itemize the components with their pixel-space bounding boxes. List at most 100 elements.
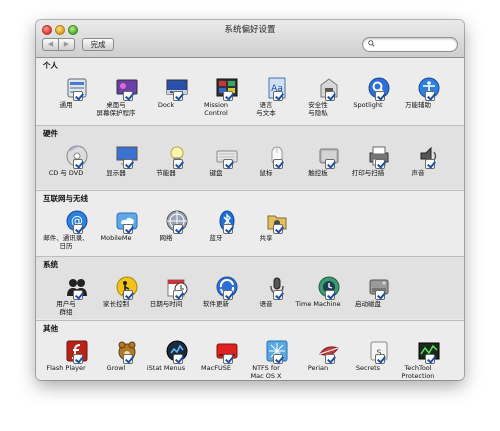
pane-icon-wrapper [307,77,338,101]
pane-checkbox[interactable] [325,290,335,300]
pane-icon-wrapper [205,276,238,300]
done-button[interactable]: 完成 [82,38,114,51]
pane-checkbox[interactable] [123,91,133,101]
pref-pane-mobileme[interactable]: MobileMe [90,210,142,242]
pref-pane-energy-saver[interactable]: 节能器 [140,145,192,177]
pane-checkbox[interactable] [425,159,435,169]
pref-pane-users-groups[interactable]: 用户与 群组 [40,276,92,316]
forward-button[interactable]: ▶ [58,38,75,51]
pref-pane-trackpad[interactable]: 触控板 [292,145,344,177]
pref-pane-date-time[interactable]: 日期与时间 [140,276,192,308]
pref-pane-mouse[interactable]: 鼠标 [240,145,292,177]
pref-pane-ntfs[interactable]: NTFS for Mac OS X [240,340,292,380]
pane-checkbox[interactable] [223,290,233,300]
pane-checkbox[interactable] [223,159,233,169]
pane-label: Flash Player [46,364,86,372]
pref-pane-universal-access[interactable]: 万能辅助 [392,77,444,109]
pane-checkbox[interactable] [425,91,435,101]
pane-checkbox[interactable] [273,224,283,234]
pane-checkbox[interactable] [123,159,133,169]
pane-checkbox[interactable] [375,354,385,364]
pref-pane-sound[interactable]: 声音 [392,145,444,177]
pref-pane-dock[interactable]: Dock [140,77,192,109]
pref-pane-language-text[interactable]: Aa 语言 与文本 [240,77,292,117]
pref-pane-general[interactable]: 通用 [40,77,92,109]
pref-pane-growl[interactable]: Growl [90,340,142,372]
pane-checkbox[interactable] [173,159,183,169]
pane-checkbox[interactable] [73,91,83,101]
pref-pane-bluetooth[interactable]: 蓝牙 [190,210,242,242]
pane-checkbox[interactable] [223,224,233,234]
pane-checkbox[interactable] [123,354,133,364]
pref-pane-secrets[interactable]: s Secrets [342,340,394,372]
pane-icon-wrapper [205,77,238,101]
pane-icon-wrapper [155,77,188,101]
pref-pane-speech[interactable]: 语音 [240,276,292,308]
pane-checkbox[interactable] [375,290,385,300]
pref-pane-displays[interactable]: 显示器 [90,145,142,177]
pref-pane-sharing[interactable]: 共享 [240,210,292,242]
pane-icon-wrapper [357,276,389,300]
pref-pane-time-machine[interactable]: Time Machine [292,276,344,308]
pref-pane-print-scan[interactable]: 打印与扫描 [342,145,394,177]
pane-icon-wrapper: @ [55,210,88,234]
pane-checkbox[interactable] [173,91,183,101]
pane-checkbox[interactable] [173,224,183,234]
pref-pane-mail-contacts-calendars[interactable]: @ 邮件、通讯录、 日历 [40,210,92,250]
pane-icon-wrapper [407,145,437,169]
pref-pane-flash-player[interactable]: Flash Player [40,340,92,372]
pane-checkbox[interactable] [375,91,385,101]
pref-pane-network[interactable]: 网络 [140,210,192,242]
section-title: 互联网与无线 [43,194,88,203]
pane-label: 邮件、通讯录、 日历 [43,234,89,250]
pref-pane-keyboard[interactable]: 键盘 [190,145,242,177]
pref-pane-software-update[interactable]: 软件更新 [190,276,242,308]
pane-checkbox[interactable] [173,354,183,364]
search-input[interactable] [378,39,453,50]
pref-pane-mission-control[interactable]: Mission Control [190,77,242,117]
pane-checkbox[interactable] [425,354,435,364]
pane-icon-wrapper [105,145,138,169]
pane-checkbox[interactable] [73,159,83,169]
pane-label: 用户与 群组 [56,300,76,316]
pane-checkbox[interactable] [325,91,335,101]
pane-checkbox[interactable] [73,224,83,234]
pref-pane-startup-disk[interactable]: 启动磁盘 [342,276,394,308]
pane-checkbox[interactable] [223,354,233,364]
pane-icon-wrapper [255,340,288,364]
pref-pane-istat-menus[interactable]: iStat Menus [140,340,192,372]
back-button[interactable]: ◀ [42,38,59,51]
pane-checkbox[interactable] [123,224,133,234]
search-field[interactable] [362,37,458,52]
system-preferences-window: 系统偏好设置 ◀ ▶ 完成 个人 通用 桌面与 屏幕保护程序 Dock Mission … [36,20,464,380]
section-4: 其他 Flash Player Growl iStat Menus MacFUSE NTF… [36,320,464,380]
pref-pane-desktop-screensaver[interactable]: 桌面与 屏幕保护程序 [90,77,142,117]
pane-checkbox[interactable] [375,159,385,169]
pane-icon-wrapper [155,276,188,300]
pane-checkbox[interactable] [123,290,133,300]
pref-pane-cd-dvd[interactable]: CD 与 DVD [40,145,92,177]
pane-label: NTFS for Mac OS X [250,364,282,380]
pane-label: 节能器 [156,169,176,177]
pref-pane-spotlight[interactable]: Spotlight [342,77,394,109]
pane-checkbox[interactable] [325,159,335,169]
section-title: 系统 [43,260,58,269]
pane-checkbox[interactable] [223,91,233,101]
pane-icon-wrapper [155,145,184,169]
section-title: 其他 [43,324,58,333]
pane-checkbox[interactable] [325,354,335,364]
pane-checkbox[interactable] [273,159,283,169]
pane-checkbox[interactable] [273,91,283,101]
pref-pane-macfuse[interactable]: MacFUSE [190,340,242,372]
pref-pane-techtool-protection[interactable]: TechTool Protection [392,340,444,380]
pref-pane-security-privacy[interactable]: 安全性 与隐私 [292,77,344,117]
pane-checkbox[interactable] [73,354,83,364]
pane-label: 安全性 与隐私 [308,101,328,117]
pane-checkbox[interactable] [73,290,83,300]
pane-label: 蓝牙 [209,234,223,242]
pref-pane-perian[interactable]: Perian [292,340,344,372]
pane-checkbox[interactable] [273,290,283,300]
pane-checkbox[interactable] [173,290,183,300]
pref-pane-parental-controls[interactable]: 家长控制 [90,276,142,308]
pane-checkbox[interactable] [273,354,283,364]
